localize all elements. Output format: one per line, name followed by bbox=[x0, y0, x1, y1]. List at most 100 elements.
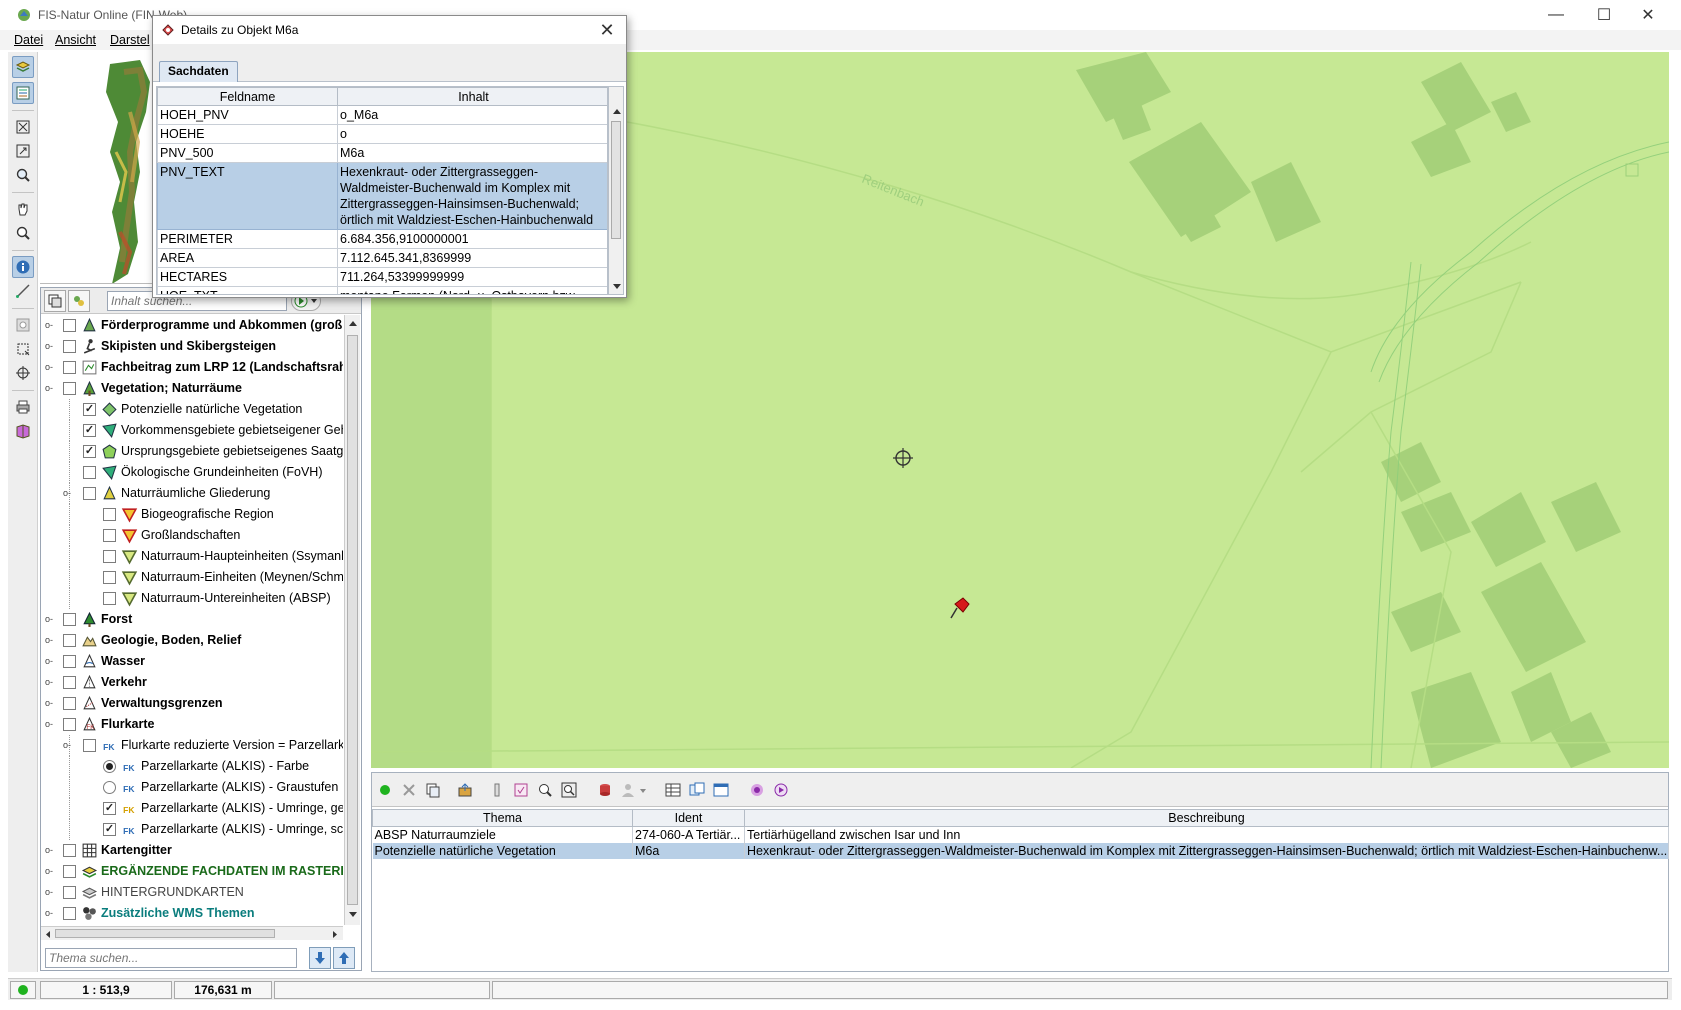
tree-item-foerderprogramme[interactable]: o- Förderprogramme und Abkommen (großrä bbox=[41, 315, 343, 336]
layer-checkbox[interactable] bbox=[63, 613, 76, 626]
column-header-inhalt[interactable]: Inhalt bbox=[337, 87, 607, 106]
results-pages-button[interactable] bbox=[686, 779, 708, 801]
tree-item-ergaenzende-fachdaten[interactable]: o- ERGÄNZENDE FACHDATEN IM RASTERFORM bbox=[41, 861, 343, 882]
theme-search-input[interactable] bbox=[45, 948, 297, 968]
zoom-in-button[interactable] bbox=[12, 164, 34, 186]
tree-item-flurkarte[interactable]: o- FK Flurkarte bbox=[41, 714, 343, 735]
expand-handle[interactable]: o- bbox=[45, 634, 57, 646]
info-tool-button[interactable] bbox=[12, 256, 34, 278]
tree-vertical-scrollbar[interactable] bbox=[344, 315, 360, 925]
results-play-button[interactable] bbox=[770, 779, 792, 801]
tree-item-naturraum-einheiten[interactable]: Naturraum-Einheiten (Meynen/Schmit bbox=[41, 567, 343, 588]
coordinate-button[interactable] bbox=[12, 362, 34, 384]
expand-handle[interactable]: o- bbox=[45, 697, 57, 709]
collapse-handle[interactable]: o- bbox=[45, 382, 57, 394]
tree-item-parzellarkarte-umringe-gelb[interactable]: ✓ FK Parzellarkarte (ALKIS) - Umringe, g… bbox=[41, 798, 343, 819]
tree-hscroll-thumb[interactable] bbox=[55, 929, 275, 938]
expand-handle[interactable]: o- bbox=[45, 886, 57, 898]
layer-checkbox[interactable] bbox=[63, 634, 76, 647]
menu-ansicht[interactable]: Ansicht bbox=[55, 33, 96, 47]
collapse-handle[interactable]: o- bbox=[63, 739, 75, 751]
search-next-button[interactable] bbox=[309, 947, 331, 969]
results-export-button[interactable] bbox=[454, 779, 476, 801]
expand-handle[interactable]: o- bbox=[45, 655, 57, 667]
layer-checkbox[interactable] bbox=[63, 340, 76, 353]
attribute-row[interactable]: PNV_500 M6a bbox=[157, 143, 607, 163]
tree-item-vegetation[interactable]: o- Vegetation; Naturräume bbox=[41, 378, 343, 399]
results-status-button[interactable] bbox=[374, 779, 396, 801]
results-select-button[interactable] bbox=[510, 779, 532, 801]
results-window-button[interactable] bbox=[710, 779, 732, 801]
tree-item-vorkommensgebiete[interactable]: ✓ Vorkommensgebiete gebietseigener Geh bbox=[41, 420, 343, 441]
select-rectangle-button[interactable] bbox=[12, 338, 34, 360]
layer-checkbox[interactable] bbox=[103, 550, 116, 563]
tree-item-ursprungsgebiete[interactable]: ✓ Ursprungsgebiete gebietseigenes Saatgu bbox=[41, 441, 343, 462]
results-user-dropdown[interactable] bbox=[618, 779, 652, 801]
expand-handle[interactable]: o- bbox=[45, 865, 57, 877]
table-row[interactable]: ABSP Naturraumziele 274-060-A Tertiär...… bbox=[372, 826, 1669, 843]
tree-item-fachbeitrag-lrp[interactable]: o- Fachbeitrag zum LRP 12 (Landschaftsra… bbox=[41, 357, 343, 378]
layer-checkbox[interactable] bbox=[63, 382, 76, 395]
layer-checkbox[interactable] bbox=[103, 529, 116, 542]
tree-horizontal-scrollbar[interactable] bbox=[41, 926, 343, 940]
tree-item-naturraum-haupteinheiten[interactable]: Naturraum-Haupteinheiten (Ssymank) bbox=[41, 546, 343, 567]
results-copy-button[interactable] bbox=[422, 779, 444, 801]
layer-checkbox-checked[interactable]: ✓ bbox=[83, 424, 96, 437]
layer-checkbox[interactable] bbox=[103, 571, 116, 584]
tree-item-parzellarkarte-umringe-schwarz[interactable]: ✓ FK Parzellarkarte (ALKIS) - Umringe, s… bbox=[41, 819, 343, 840]
attribute-row[interactable]: HOEHE o bbox=[157, 124, 607, 144]
expand-handle[interactable]: o- bbox=[45, 319, 57, 331]
layer-checkbox[interactable] bbox=[103, 508, 116, 521]
layer-checkbox[interactable] bbox=[83, 739, 96, 752]
tree-scroll-thumb[interactable] bbox=[347, 335, 358, 905]
layers-tool-button[interactable] bbox=[12, 56, 34, 78]
layer-checkbox[interactable] bbox=[63, 655, 76, 668]
tree-item-oekologische-grundeinheiten[interactable]: Ökologische Grundeinheiten (FoVH) bbox=[41, 462, 343, 483]
layer-checkbox[interactable] bbox=[83, 487, 96, 500]
tree-item-grosslandschaften[interactable]: Großlandschaften bbox=[41, 525, 343, 546]
column-header-ident[interactable]: Ident bbox=[632, 809, 745, 827]
expand-handle[interactable]: o- bbox=[45, 361, 57, 373]
menu-darstellung[interactable]: Darstel bbox=[110, 33, 150, 47]
select-area-button[interactable] bbox=[12, 314, 34, 336]
expand-handle[interactable]: o- bbox=[45, 613, 57, 625]
attribute-scroll-thumb[interactable] bbox=[611, 121, 621, 239]
tree-item-pnv[interactable]: ✓ Potenzielle natürliche Vegetation bbox=[41, 399, 343, 420]
close-window-button[interactable]: ✕ bbox=[1625, 0, 1671, 30]
tab-sachdaten[interactable]: Sachdaten bbox=[159, 61, 238, 82]
layer-checkbox[interactable] bbox=[103, 592, 116, 605]
tree-item-biogeografische-region[interactable]: Biogeografische Region bbox=[41, 504, 343, 525]
layer-checkbox[interactable] bbox=[63, 844, 76, 857]
tree-item-parzellarkarte-graustufen[interactable]: FK Parzellarkarte (ALKIS) - Graustufen bbox=[41, 777, 343, 798]
expand-handle[interactable]: o- bbox=[45, 340, 57, 352]
tree-item-verwaltungsgrenzen[interactable]: o- Verwaltungsgrenzen bbox=[41, 693, 343, 714]
measure-button[interactable] bbox=[12, 280, 34, 302]
tree-item-naturraum-untereinheiten[interactable]: Naturraum-Untereinheiten (ABSP) bbox=[41, 588, 343, 609]
tree-item-forst[interactable]: o- Forst bbox=[41, 609, 343, 630]
attribute-row[interactable]: HOE_TXT montane Formen (Nord- u. Ostbaye… bbox=[157, 286, 607, 294]
layer-theme-button[interactable] bbox=[68, 290, 90, 312]
layer-checkbox[interactable] bbox=[63, 718, 76, 731]
tree-item-parzellarkarte-farbe[interactable]: FK Parzellarkarte (ALKIS) - Farbe bbox=[41, 756, 343, 777]
attribute-row[interactable]: HECTARES 711.264,53399999999 bbox=[157, 267, 607, 287]
layer-view-button[interactable] bbox=[44, 290, 66, 312]
tree-item-zusaetzliche-wms[interactable]: o- Zusätzliche WMS Themen bbox=[41, 903, 343, 924]
layer-radio[interactable] bbox=[103, 781, 116, 794]
full-extent-button[interactable] bbox=[12, 116, 34, 138]
tree-item-skipisten[interactable]: o- Skipisten und Skibergsteigen bbox=[41, 336, 343, 357]
results-zoom-button[interactable] bbox=[534, 779, 556, 801]
layer-radio-selected[interactable] bbox=[103, 760, 116, 773]
menu-datei[interactable]: Datei bbox=[14, 33, 43, 47]
layer-checkbox-checked[interactable]: ✓ bbox=[83, 445, 96, 458]
attribute-row[interactable]: PERIMETER 6.684.356,9100000001 bbox=[157, 229, 607, 249]
layer-checkbox[interactable] bbox=[63, 907, 76, 920]
expand-handle[interactable]: o- bbox=[45, 844, 57, 856]
tree-item-geologie[interactable]: o- Geologie, Boden, Relief bbox=[41, 630, 343, 651]
maximize-button[interactable]: ☐ bbox=[1581, 0, 1627, 30]
collapse-handle[interactable]: o- bbox=[45, 718, 57, 730]
help-book-button[interactable] bbox=[12, 420, 34, 442]
layer-checkbox[interactable] bbox=[83, 466, 96, 479]
minimize-button[interactable]: — bbox=[1533, 0, 1579, 30]
layer-checkbox[interactable] bbox=[63, 676, 76, 689]
tree-item-wasser[interactable]: o- Wasser bbox=[41, 651, 343, 672]
